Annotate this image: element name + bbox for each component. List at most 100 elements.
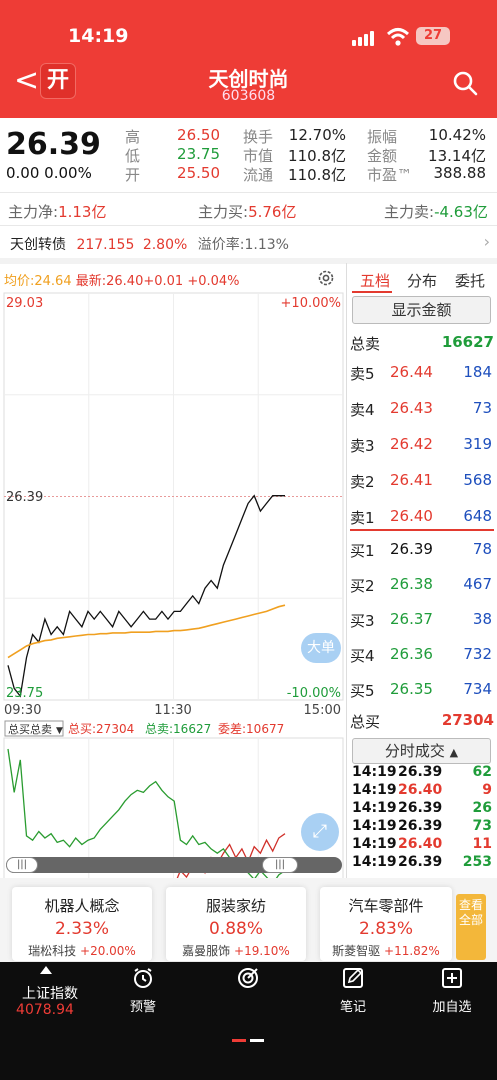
bid-level-label: 买3 bbox=[350, 612, 375, 630]
order-diff-legend: 委差:10677 bbox=[218, 722, 284, 736]
tab-orders[interactable]: 委托 bbox=[455, 270, 485, 291]
ask-level-price[interactable]: 26.44 bbox=[390, 363, 433, 381]
add-square-icon[interactable] bbox=[440, 966, 464, 990]
main-sell-flow: 主力卖:-4.63亿 bbox=[384, 203, 488, 221]
ask-level-volume: 73 bbox=[472, 399, 492, 417]
expand-icon[interactable]: ⤢ bbox=[301, 813, 339, 851]
bid-level-label: 买4 bbox=[350, 647, 375, 665]
x-tick-label: 11:30 bbox=[154, 703, 191, 718]
tab-distribution[interactable]: 分布 bbox=[407, 270, 437, 291]
nav-add-watchlist-label[interactable]: 加自选 bbox=[412, 996, 492, 1015]
bid-level-volume: 734 bbox=[463, 680, 492, 698]
show-amount-button[interactable]: 显示金额 bbox=[352, 296, 491, 324]
chart-series bbox=[7, 494, 286, 698]
battery-icon: 27 bbox=[416, 27, 450, 45]
price-change: 0.00 0.00% bbox=[6, 164, 92, 182]
index-name[interactable]: 上证指数 bbox=[10, 983, 90, 1003]
quote-key: 流通 bbox=[243, 166, 274, 184]
bid-level-volume: 38 bbox=[472, 610, 492, 628]
ask-level-price[interactable]: 26.42 bbox=[390, 435, 433, 453]
sector-card[interactable]: 服装家纺 0.88% 嘉曼服饰 +19.10% bbox=[166, 887, 306, 961]
nav-alert-label[interactable]: 预警 bbox=[103, 996, 183, 1015]
ask-level-label: 卖5 bbox=[350, 365, 375, 383]
ask-level-label: 卖2 bbox=[350, 473, 375, 491]
scroll-right-handle[interactable]: ||| bbox=[262, 857, 298, 873]
convertible-bond-row[interactable]: 天创转债 217.155 2.80% 溢价率:1.13% › bbox=[10, 232, 490, 254]
note-edit-icon[interactable] bbox=[341, 966, 365, 990]
wifi-icon bbox=[386, 28, 410, 46]
bid-level-price[interactable]: 26.38 bbox=[390, 575, 433, 593]
scroll-left-handle[interactable]: ||| bbox=[6, 857, 38, 873]
divider bbox=[0, 192, 497, 193]
page-indicator-active bbox=[232, 1039, 246, 1042]
tick-price: 26.39 bbox=[398, 764, 443, 780]
pct-top-label: +10.00% bbox=[281, 296, 341, 311]
ask-level-label: 卖3 bbox=[350, 437, 375, 455]
tick-volume: 26 bbox=[472, 800, 492, 816]
tick-price: 26.39 bbox=[398, 800, 443, 816]
tab-five-levels[interactable]: 五档 bbox=[360, 270, 390, 291]
caret-up-icon[interactable] bbox=[40, 966, 52, 974]
quote-key: 开 bbox=[125, 166, 141, 184]
target-icon[interactable] bbox=[236, 966, 260, 990]
ask-level-volume: 184 bbox=[463, 363, 492, 381]
spread-line bbox=[350, 529, 494, 531]
y-bottom-label: 23.75 bbox=[6, 686, 43, 701]
quote-key: 换手 bbox=[243, 128, 274, 146]
series-line-price bbox=[7, 494, 285, 698]
ask-level-label: 卖1 bbox=[350, 509, 375, 527]
total-sell-value: 16627 bbox=[441, 333, 494, 351]
bid-level-price[interactable]: 26.39 bbox=[390, 540, 433, 558]
quote-key: 低 bbox=[125, 147, 141, 165]
bid-level-label: 买2 bbox=[350, 577, 375, 595]
ask-level-volume: 568 bbox=[463, 471, 492, 489]
quote-value: 13.14亿 bbox=[428, 147, 486, 165]
bid-level-price[interactable]: 26.37 bbox=[390, 610, 433, 628]
nav-notes-label[interactable]: 笔记 bbox=[313, 996, 393, 1015]
tick-trades-button[interactable]: 分时成交 ▲ bbox=[352, 738, 491, 764]
quote-value: 12.70% bbox=[288, 126, 346, 144]
index-value: 4078.94 bbox=[16, 1002, 74, 1018]
bid-level-volume: 732 bbox=[463, 645, 492, 663]
pct-bottom-label: -10.00% bbox=[287, 686, 341, 701]
quote-key: 高 bbox=[125, 128, 141, 146]
bid-level-price[interactable]: 26.36 bbox=[390, 645, 433, 663]
tick-volume: 253 bbox=[462, 854, 492, 870]
chevron-right-icon: › bbox=[483, 232, 490, 251]
chevron-down-icon: ▼ bbox=[56, 726, 63, 736]
tick-time: 14:19 bbox=[352, 836, 397, 852]
tick-price: 26.40 bbox=[398, 836, 443, 852]
tick-time: 14:19 bbox=[352, 764, 397, 780]
stock-code: 603608 bbox=[221, 88, 276, 104]
quote-value: 388.88 bbox=[433, 164, 487, 182]
tick-price: 26.39 bbox=[398, 818, 443, 834]
tick-volume: 62 bbox=[472, 764, 492, 780]
quote-key: 市值 bbox=[243, 147, 274, 165]
cb-pct: 2.80% bbox=[142, 237, 188, 253]
tick-time: 14:19 bbox=[352, 800, 397, 816]
ask-level-price[interactable]: 26.40 bbox=[390, 507, 433, 525]
quote-value: 23.75 bbox=[177, 145, 220, 163]
view-all-button[interactable]: 查看全部 bbox=[456, 894, 486, 960]
ask-level-volume: 648 bbox=[463, 507, 492, 525]
big-order-button[interactable]: 大单 bbox=[301, 633, 341, 663]
bid-level-volume: 78 bbox=[472, 540, 492, 558]
quote-key: 金额 bbox=[367, 147, 398, 165]
bid-level-price[interactable]: 26.35 bbox=[390, 680, 433, 698]
ask-level-price[interactable]: 26.41 bbox=[390, 471, 433, 489]
sector-card[interactable]: 机器人概念 2.33% 瑞松科技 +20.00% bbox=[12, 887, 152, 961]
sector-card[interactable]: 汽车零部件 2.83% 斯菱智驱 +11.82% bbox=[320, 887, 452, 961]
total-sell-legend: 总卖:16627 bbox=[145, 722, 211, 736]
divider bbox=[346, 263, 347, 878]
signal-icon bbox=[352, 30, 376, 46]
page-indicator bbox=[250, 1039, 264, 1042]
ask-level-price[interactable]: 26.43 bbox=[390, 399, 433, 417]
current-price: 26.39 bbox=[6, 127, 101, 162]
alarm-clock-icon[interactable] bbox=[131, 966, 155, 990]
tick-volume: 9 bbox=[482, 782, 492, 798]
tick-volume: 73 bbox=[472, 818, 492, 834]
intraday-chart[interactable]: 29.03 +10.00% 26.39 23.75 -10.00% 09:30 … bbox=[0, 263, 346, 883]
search-icon[interactable] bbox=[452, 70, 478, 96]
x-tick-label: 15:00 bbox=[304, 703, 341, 718]
cb-name: 天创转债 bbox=[10, 237, 66, 253]
